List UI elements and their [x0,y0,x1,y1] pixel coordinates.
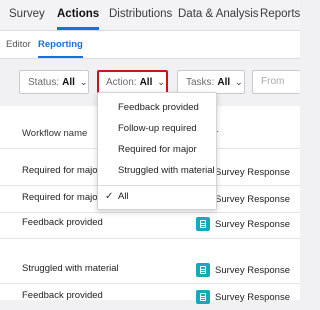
chevron-down-icon: ⌄ [157,77,165,87]
table-row[interactable]: Struggled with material Survey Response [0,257,300,283]
subtab-reporting[interactable]: Reporting [38,31,83,58]
tab-data-analysis[interactable]: Data & Analysis [178,0,259,30]
source-label: Survey Response [215,193,290,205]
source-label: Survey Response [215,166,290,178]
source-cell: Survey Response [196,286,290,308]
menu-item-feedback-provided[interactable]: Feedback provided [98,97,216,119]
tab-reports[interactable]: Reports [260,0,300,30]
tab-distributions[interactable]: Distributions [109,0,172,30]
menu-item-label: All [118,191,129,202]
sub-nav: Editor Reporting [0,31,300,59]
source-label: Survey Response [215,218,290,230]
menu-item-struggled-with-material[interactable]: Struggled with material [98,160,216,182]
status-filter-value: All [62,77,75,88]
tasks-filter-value: All [217,77,231,88]
source-label: Survey Response [215,291,290,303]
from-date-placeholder: From [261,76,285,87]
menu-item-label: Struggled with material [118,165,215,176]
row-divider [0,238,300,239]
table-row[interactable]: Feedback provided Survey Response [0,284,300,310]
action-filter[interactable]: Action: All ⌄ [97,70,168,94]
tab-survey[interactable]: Survey [9,0,45,30]
survey-response-icon [196,263,210,277]
source-cell: Survey Response [196,259,290,281]
workflow-name-cell: Struggled with material [22,263,119,274]
workflow-name-cell: Feedback provided [22,290,103,301]
subtab-editor[interactable]: Editor [6,31,31,58]
checkmark-icon: ✓ [105,191,114,202]
column-header-workflow-name: Workflow name [22,128,88,139]
workflow-name-cell: Required for major [22,192,101,203]
workflow-name-cell: Required for major [22,165,101,176]
tasks-filter[interactable]: Tasks: All ⌄ [177,70,245,94]
status-filter-label: Status: [28,77,60,88]
action-dropdown-menu: Feedback provided Follow-up required Req… [97,92,217,210]
survey-response-icon [196,217,210,231]
survey-response-icon [196,290,210,304]
menu-item-label: Feedback provided [118,102,199,113]
menu-item-follow-up-required[interactable]: Follow-up required [98,118,216,140]
menu-item-label: Required for major [118,144,197,155]
status-filter[interactable]: Status: All ⌄ [19,70,89,94]
action-filter-value: All [139,77,153,88]
menu-item-required-for-major[interactable]: Required for major [98,139,216,161]
chevron-down-icon: ⌄ [235,77,243,87]
tasks-filter-label: Tasks: [186,77,215,88]
source-cell: Survey Response [196,213,290,235]
chevron-down-icon: ⌄ [79,77,88,87]
menu-item-all[interactable]: ✓ All [98,186,216,208]
table-row[interactable]: Feedback provided Survey Response [0,211,300,237]
workflow-name-cell: Feedback provided [22,217,103,228]
menu-item-label: Follow-up required [118,123,197,134]
action-filter-label: Action: [106,77,137,88]
from-date-field[interactable]: From [252,70,300,94]
source-label: Survey Response [215,264,290,276]
top-nav: Survey Actions Distributions Data & Anal… [0,0,300,31]
tab-actions[interactable]: Actions [57,0,100,30]
